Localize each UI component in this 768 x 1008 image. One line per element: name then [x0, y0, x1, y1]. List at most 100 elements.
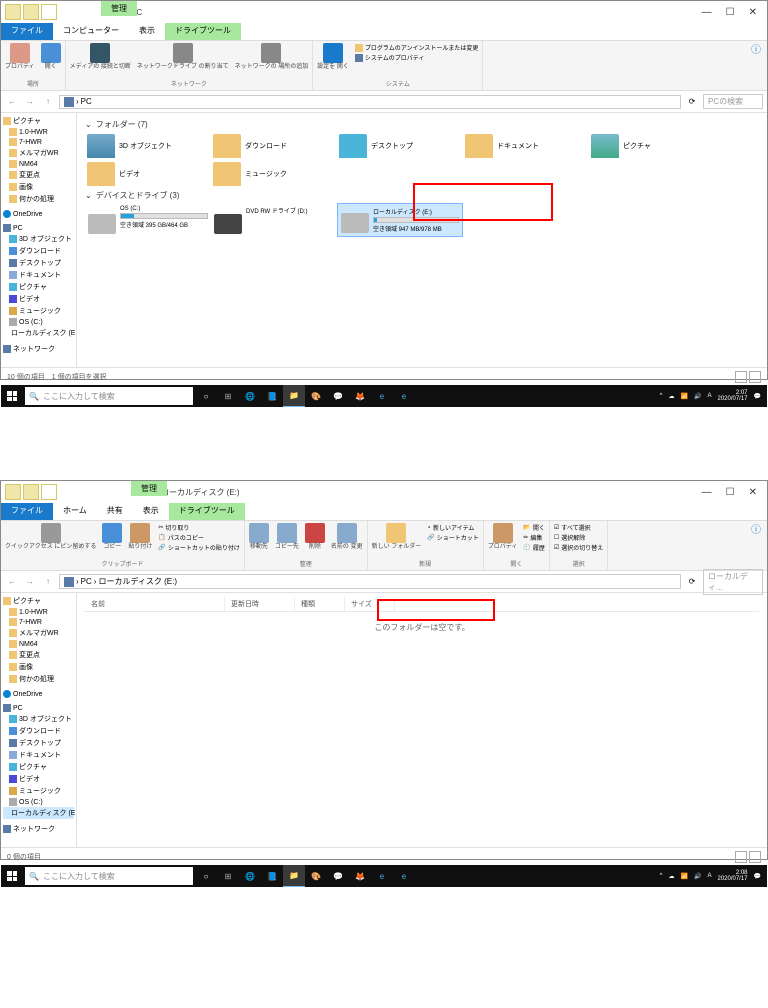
app-icon[interactable]: 💬 — [327, 865, 349, 887]
properties-button[interactable]: プロパティ — [488, 523, 518, 550]
shortcut-button[interactable]: 🔗 ショートカット — [427, 533, 479, 542]
nav-onedrive[interactable]: OneDrive — [3, 209, 74, 219]
edge-icon[interactable]: e — [393, 385, 415, 407]
nav-music[interactable]: ミュージック — [3, 305, 74, 317]
pin-quickaccess-button[interactable]: クイックアクセス にピン留めする — [5, 523, 96, 550]
nav-3dobjects[interactable]: 3D オブジェクト — [3, 233, 74, 245]
edit-button[interactable]: ✏ 編集 — [523, 533, 545, 542]
address-bar[interactable]: › PC › ローカルディスク (E:) — [59, 574, 681, 589]
taskbar-search-input[interactable]: 🔍 ここに入力して検索 — [25, 867, 193, 885]
qat-overflow-icon[interactable] — [41, 484, 57, 500]
tab-file[interactable]: ファイル — [1, 503, 53, 520]
network-tray-icon[interactable]: 📶 — [681, 393, 688, 400]
nav-pc[interactable]: PC — [3, 703, 74, 713]
qat-icon[interactable] — [23, 484, 39, 500]
properties-button[interactable]: プロパティ — [5, 43, 35, 70]
notification-icon[interactable]: 💬 — [754, 873, 761, 880]
taskview-icon[interactable]: ⊞ — [217, 865, 239, 887]
media-button[interactable]: メディアの 接続と切断 — [70, 43, 131, 70]
tab-file[interactable]: ファイル — [1, 23, 53, 40]
copy-button[interactable]: コピー — [102, 523, 122, 550]
newitem-button[interactable]: ⋆ 新しいアイテム — [427, 523, 479, 532]
history-button[interactable]: 🕘 履歴 — [523, 543, 545, 552]
col-date[interactable]: 更新日時 — [225, 597, 295, 611]
cortana-icon[interactable]: ○ — [195, 865, 217, 887]
folder-music[interactable]: ミュージック — [211, 160, 337, 188]
nav-item[interactable]: 画像 — [3, 181, 74, 193]
breadcrumb[interactable]: ローカルディスク (E:) — [98, 576, 177, 587]
minimize-button[interactable]: — — [702, 7, 712, 18]
taskview-icon[interactable]: ⊞ — [217, 385, 239, 407]
nav-onedrive[interactable]: OneDrive — [3, 689, 74, 699]
forward-button[interactable]: → — [23, 575, 37, 589]
folder-desktop[interactable]: デスクトップ — [337, 132, 463, 160]
qat-overflow-icon[interactable] — [41, 4, 57, 20]
start-button[interactable] — [1, 865, 23, 887]
qat-icon[interactable] — [5, 484, 21, 500]
clock[interactable]: 2:082020/07/17 — [717, 870, 747, 882]
newfolder-button[interactable]: 新しい フォルダー — [372, 523, 422, 550]
qat-icon[interactable] — [23, 4, 39, 20]
edge-icon[interactable]: e — [393, 865, 415, 887]
nav-drive-e[interactable]: ローカルディスク (E:) — [3, 807, 74, 819]
nav-item[interactable]: メルマガWR — [3, 147, 74, 159]
clock[interactable]: 2:072020/07/17 — [717, 390, 747, 402]
nav-item[interactable]: 画像 — [3, 661, 74, 673]
search-input[interactable]: ローカルディ... — [703, 569, 763, 595]
ime-icon[interactable]: A — [707, 873, 711, 879]
nav-pc[interactable]: PC — [3, 223, 74, 233]
tray-chevron-icon[interactable]: ^ — [660, 873, 663, 879]
firefox-icon[interactable]: 🦊 — [349, 385, 371, 407]
volume-tray-icon[interactable]: 🔊 — [694, 873, 701, 880]
close-button[interactable]: ✕ — [749, 487, 757, 498]
nav-videos[interactable]: ビデオ — [3, 773, 74, 785]
close-button[interactable]: ✕ — [749, 7, 757, 18]
up-button[interactable]: ↑ — [41, 575, 55, 589]
nav-item[interactable]: NM64 — [3, 159, 74, 169]
nav-network[interactable]: ネットワーク — [3, 823, 74, 835]
nav-documents[interactable]: ドキュメント — [3, 749, 74, 761]
uninstall-link[interactable]: プログラムのアンインストールまたは変更 — [355, 43, 478, 52]
nav-item[interactable]: NM64 — [3, 639, 74, 649]
ie-icon[interactable]: e — [371, 865, 393, 887]
ime-icon[interactable]: A — [707, 393, 711, 399]
tab-share[interactable]: 共有 — [97, 503, 133, 520]
address-bar[interactable]: › PC — [59, 95, 681, 109]
delete-button[interactable]: 削除 — [305, 523, 325, 550]
paste-button[interactable]: 貼り付け — [128, 523, 152, 550]
app-icon[interactable]: 📘 — [261, 385, 283, 407]
view-details-icon[interactable] — [735, 851, 747, 863]
pasteshortcut-button[interactable]: 🔗 ショートカットの貼り付け — [158, 543, 240, 552]
nav-item[interactable]: 7-HWR — [3, 137, 74, 147]
drive-d-dvd[interactable]: DVD RW ドライブ (D:) — [211, 203, 337, 237]
folder-videos[interactable]: ビデオ — [85, 160, 211, 188]
rename-button[interactable]: 名前の 変更 — [331, 523, 363, 550]
nav-documents[interactable]: ドキュメント — [3, 269, 74, 281]
maximize-button[interactable]: ☐ — [726, 487, 735, 498]
chrome-icon[interactable]: 🌐 — [239, 865, 261, 887]
forward-button[interactable]: → — [23, 95, 37, 109]
tab-view[interactable]: 表示 — [129, 23, 165, 40]
app-icon[interactable]: 📘 — [261, 865, 283, 887]
breadcrumb[interactable]: PC — [81, 97, 92, 106]
notification-icon[interactable]: 💬 — [754, 393, 761, 400]
cut-button[interactable]: ✂ 切り取り — [158, 523, 240, 532]
col-size[interactable]: サイズ — [345, 597, 395, 611]
view-large-icon[interactable] — [749, 851, 761, 863]
breadcrumb[interactable]: PC — [81, 577, 92, 586]
copyto-button[interactable]: コピー先 — [275, 523, 299, 550]
col-name[interactable]: 名前 — [85, 597, 225, 611]
view-details-icon[interactable] — [735, 371, 747, 383]
folder-3dobjects[interactable]: 3D オブジェクト — [85, 132, 211, 160]
folder-downloads[interactable]: ダウンロード — [211, 132, 337, 160]
ie-icon[interactable]: e — [371, 385, 393, 407]
nav-downloads[interactable]: ダウンロード — [3, 245, 74, 257]
selectnone-button[interactable]: 選択解除 — [554, 533, 603, 542]
moveto-button[interactable]: 移動先 — [249, 523, 269, 550]
selectall-button[interactable]: すべて選択 — [554, 523, 603, 532]
nav-desktop[interactable]: デスクトップ — [3, 737, 74, 749]
nav-quickaccess[interactable]: ピクチャ — [3, 115, 74, 127]
minimize-button[interactable]: — — [702, 487, 712, 498]
nav-videos[interactable]: ビデオ — [3, 293, 74, 305]
back-button[interactable]: ← — [5, 95, 19, 109]
